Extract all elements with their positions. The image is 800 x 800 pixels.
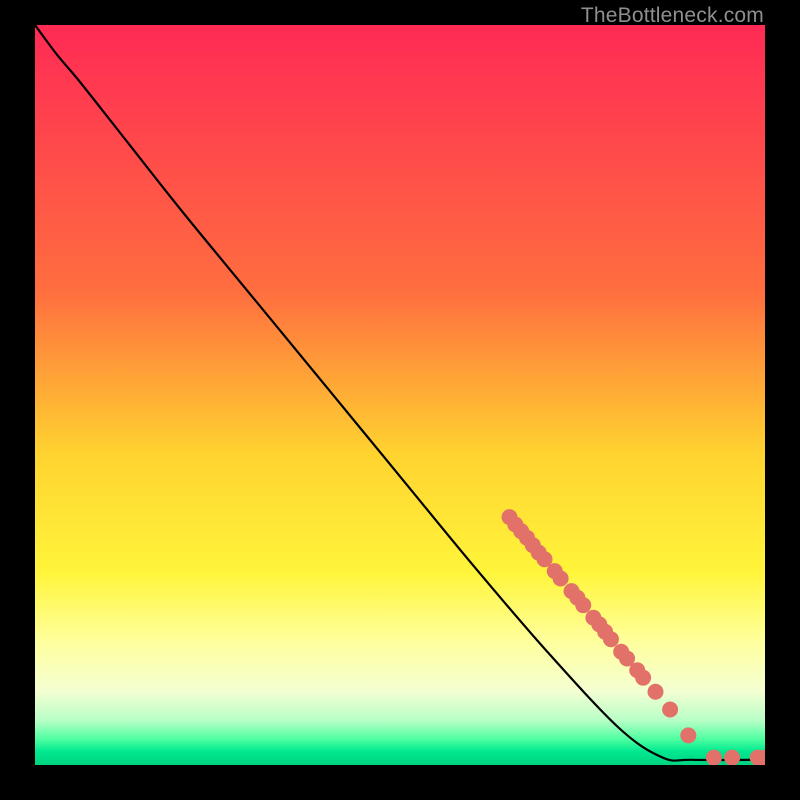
data-point-marker [648, 684, 664, 700]
chart-plot-area [35, 25, 765, 765]
chart-svg [35, 25, 765, 765]
data-point-marker [662, 702, 678, 718]
data-point-marker [680, 727, 696, 743]
chart-frame: TheBottleneck.com [0, 0, 800, 800]
data-point-marker [603, 631, 619, 647]
data-point-marker [706, 750, 722, 765]
gradient-background [35, 25, 765, 765]
data-point-marker [635, 670, 651, 686]
data-point-marker [553, 571, 569, 587]
data-point-marker [575, 597, 591, 613]
data-point-marker [724, 750, 740, 765]
